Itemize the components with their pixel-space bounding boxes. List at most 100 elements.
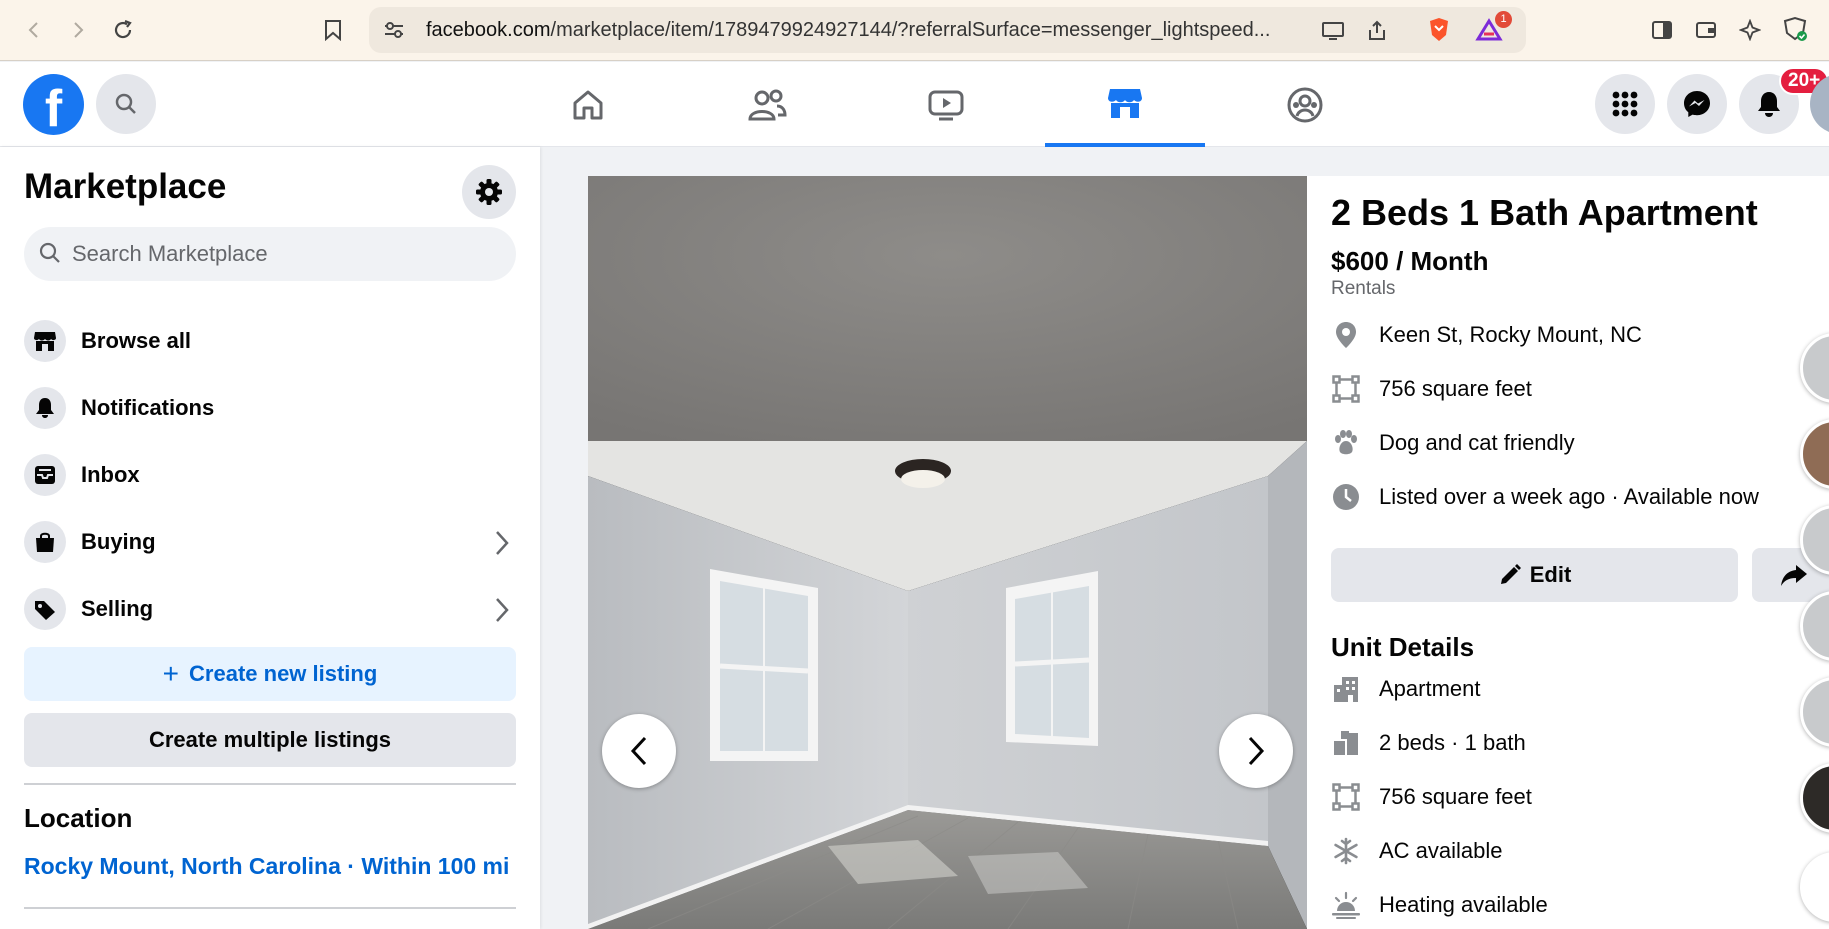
pencil-icon (1500, 564, 1521, 584)
unit-heating: Heating available (1331, 885, 1548, 925)
unit-ac: AC available (1331, 831, 1503, 871)
messenger-icon[interactable] (1667, 74, 1727, 134)
location-pin-icon (1331, 320, 1361, 350)
url-text: facebook.com/marketplace/item/1789479924… (426, 19, 1271, 41)
area-icon (1331, 782, 1361, 812)
bookmark-icon[interactable] (319, 16, 347, 44)
home-icon (573, 90, 603, 119)
sidebar-toggle-icon[interactable] (1648, 16, 1676, 44)
listing-details: 2 Beds 1 Bath Apartment $600 / Month Ren… (1307, 176, 1829, 929)
site-settings-icon[interactable] (381, 17, 407, 43)
menu-grid-icon[interactable] (1595, 74, 1655, 134)
fact-pets: Dog and cat friendly (1331, 423, 1575, 463)
brave-shield-icon[interactable] (1424, 15, 1454, 45)
facebook-header: f 20+ (0, 62, 1829, 147)
marketplace-search[interactable] (24, 227, 516, 281)
heat-icon (1331, 890, 1361, 920)
chevron-right-icon (494, 530, 510, 561)
sidebar-item-label: Inbox (81, 462, 140, 487)
search-icon (38, 241, 62, 270)
unit-beds-baths: 2 beds · 1 bath (1331, 723, 1526, 763)
sidebar-item-label: Selling (81, 596, 154, 621)
sidebar-item-browse-all[interactable]: Browse all (24, 313, 524, 369)
unit-detail-text: 756 square feet (1379, 784, 1532, 809)
sidebar-item-notifications[interactable]: Notifications (24, 380, 524, 436)
plus-icon: + (162, 658, 180, 689)
fact-text: 756 square feet (1379, 376, 1532, 401)
divider (24, 783, 516, 785)
tab-marketplace[interactable] (1045, 62, 1205, 147)
leo-ai-icon[interactable] (1736, 16, 1764, 44)
unit-area: 756 square feet (1331, 777, 1532, 817)
settings-gear-icon[interactable] (462, 165, 516, 219)
area-icon (1331, 374, 1361, 404)
fact-text: Dog and cat friendly (1379, 430, 1575, 455)
unit-detail-text: Apartment (1379, 676, 1481, 701)
reload-icon[interactable] (107, 14, 139, 46)
chevron-right-icon (1248, 736, 1265, 766)
sidebar-item-label: Browse all (81, 328, 192, 353)
rewards-badge: 1 (1495, 11, 1512, 28)
listing-category: Rentals (1331, 278, 1396, 299)
fact-text: Keen St, Rocky Mount, NC (1379, 322, 1642, 347)
previous-photo-button[interactable] (602, 714, 676, 788)
create-new-listing-label: Create new listing (189, 661, 378, 686)
location-heading: Location (24, 803, 133, 833)
unit-detail-text: 2 beds · 1 bath (1379, 730, 1526, 755)
fact-area: 756 square feet (1331, 369, 1532, 409)
bag-icon (24, 521, 66, 563)
tab-groups[interactable] (1225, 62, 1385, 147)
bell-icon (24, 387, 66, 429)
search-icon[interactable] (96, 74, 156, 134)
watch-icon (928, 90, 964, 120)
friends-icon (748, 89, 787, 120)
tab-watch[interactable] (866, 62, 1026, 147)
sidebar-item-selling[interactable]: Selling (24, 581, 524, 637)
edit-label: Edit (1529, 562, 1572, 587)
divider (24, 907, 516, 909)
groups-icon (1287, 87, 1323, 122)
facebook-logo[interactable]: f (23, 74, 84, 135)
inbox-icon (24, 454, 66, 496)
share-page-icon[interactable] (1363, 17, 1391, 45)
share-arrow-icon (1781, 565, 1807, 586)
clock-icon (1331, 482, 1361, 512)
vpn-icon[interactable] (1780, 14, 1810, 44)
chevron-right-icon (494, 597, 510, 628)
install-app-icon[interactable] (1319, 17, 1347, 45)
unit-type: Apartment (1331, 669, 1481, 709)
browser-chrome: facebook.com/marketplace/item/1789479924… (0, 0, 1829, 61)
marketplace-icon (1108, 88, 1142, 118)
listing-title: 2 Beds 1 Bath Apartment (1331, 192, 1758, 233)
store-icon (24, 320, 66, 362)
sidebar-item-buying[interactable]: Buying (24, 514, 524, 570)
address-bar[interactable]: facebook.com/marketplace/item/1789479924… (369, 7, 1526, 53)
beds-icon (1331, 728, 1361, 758)
create-new-listing-button[interactable]: + Create new listing (24, 647, 516, 701)
forward-icon[interactable] (62, 14, 94, 46)
tab-friends[interactable] (687, 62, 847, 147)
sidebar-item-label: Buying (81, 529, 156, 554)
fact-location[interactable]: Keen St, Rocky Mount, NC (1331, 315, 1642, 355)
unit-detail-text: Heating available (1379, 892, 1548, 917)
unit-detail-text: AC available (1379, 838, 1503, 863)
sidebar-item-inbox[interactable]: Inbox (24, 447, 524, 503)
building-icon (1331, 674, 1361, 704)
tag-icon (24, 588, 66, 630)
next-photo-button[interactable] (1219, 714, 1293, 788)
sidebar-item-label: Notifications (81, 395, 215, 420)
create-multiple-listings-button[interactable]: Create multiple listings (24, 713, 516, 767)
location-link[interactable]: Rocky Mount, North Carolina · Within 100… (24, 853, 509, 880)
back-icon[interactable] (18, 14, 50, 46)
unit-details-heading: Unit Details (1331, 632, 1475, 662)
listing-photo[interactable] (588, 176, 1307, 929)
snowflake-icon (1331, 836, 1361, 866)
wallet-icon[interactable] (1692, 16, 1720, 44)
search-input[interactable] (72, 227, 502, 281)
listing-price: $600 / Month (1331, 246, 1489, 276)
tab-home[interactable] (508, 62, 668, 147)
room-photo (588, 176, 1307, 929)
fact-listed: Listed over a week ago · Available now (1331, 477, 1759, 517)
edit-listing-button[interactable]: Edit (1331, 548, 1738, 602)
fact-text: Listed over a week ago · Available now (1379, 484, 1759, 509)
